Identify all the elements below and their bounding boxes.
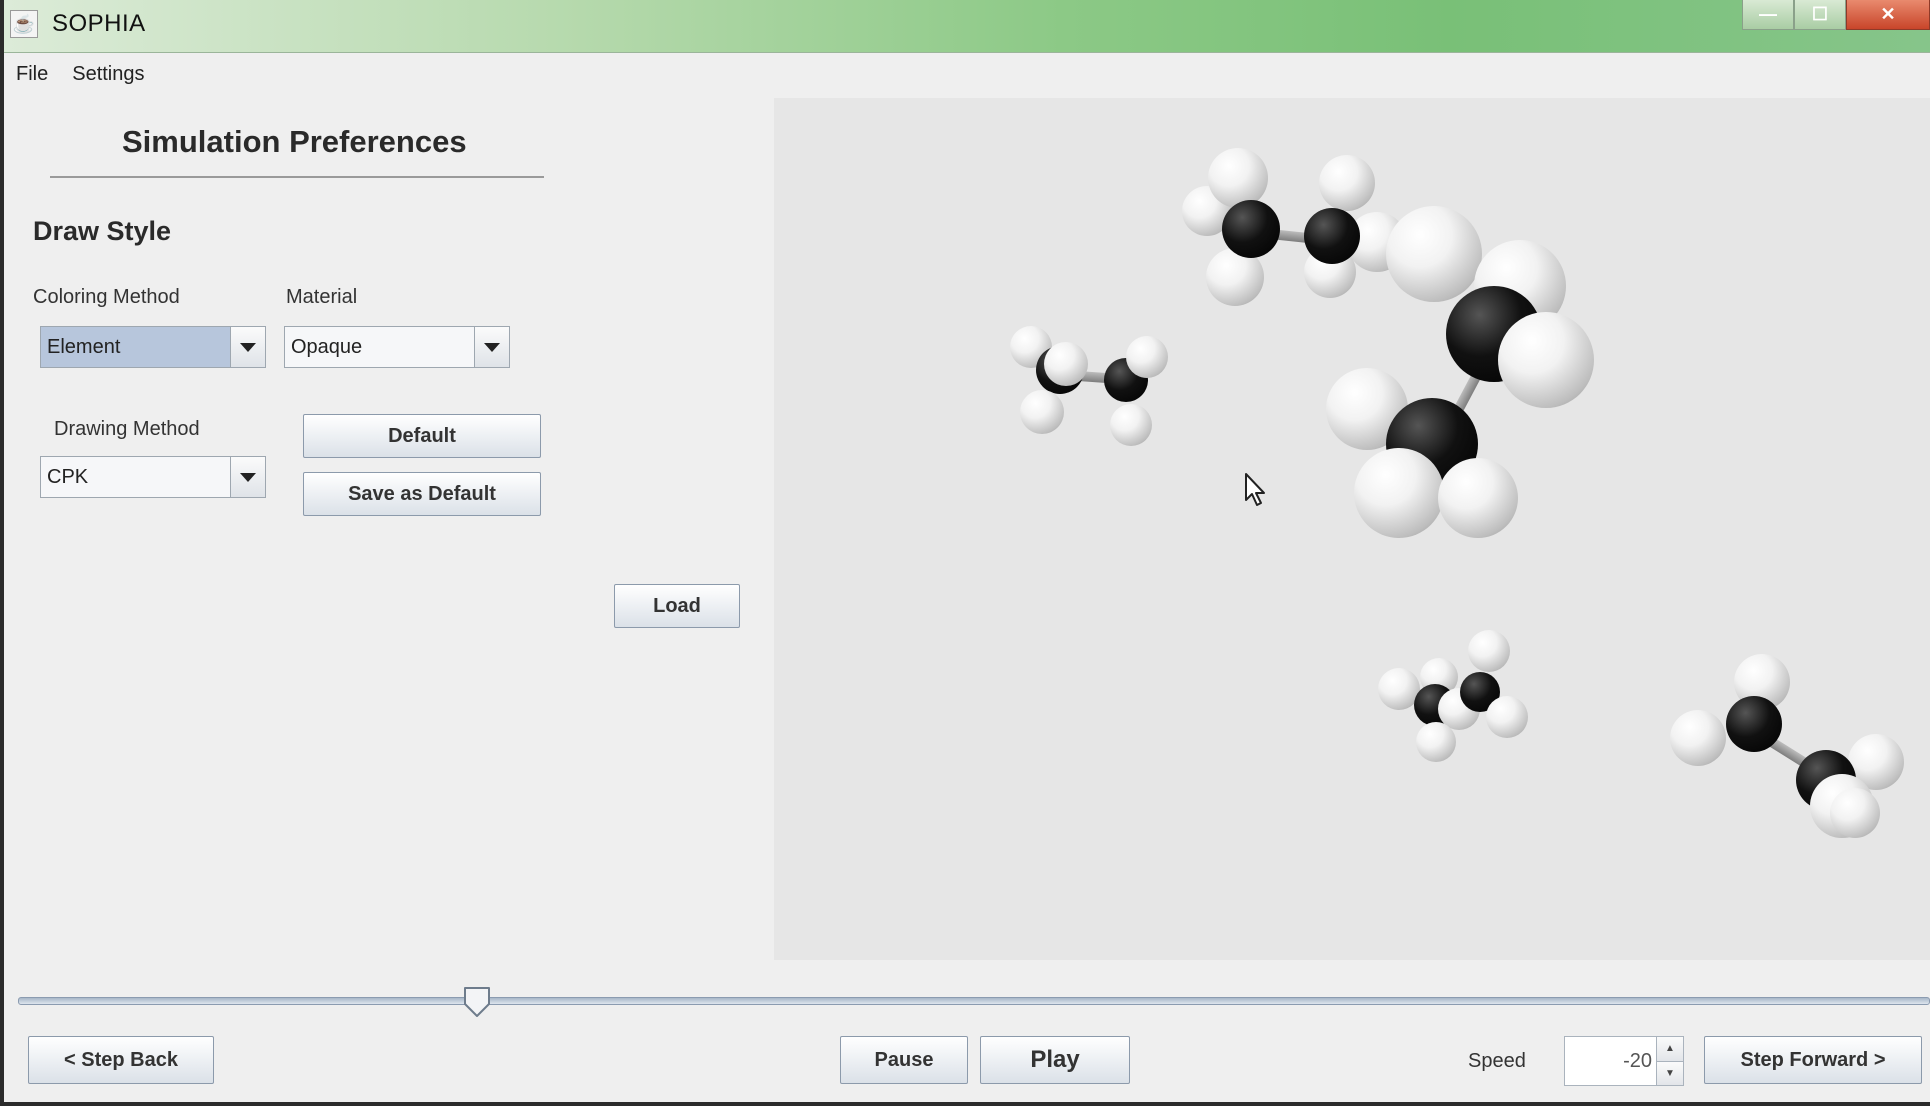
title-bar: ☕ SOPHIA — ☐ ✕ (4, 0, 1930, 53)
hydrogen-atom (1438, 458, 1518, 538)
timeline-slider[interactable] (18, 997, 1930, 1005)
menu-file[interactable]: File (4, 63, 60, 86)
carbon-atom (1726, 696, 1782, 752)
hydrogen-atom (1498, 312, 1594, 408)
minimize-button[interactable]: — (1742, 0, 1794, 30)
hydrogen-atom (1044, 342, 1088, 386)
hydrogen-atom (1830, 788, 1880, 838)
default-button[interactable]: Default (303, 414, 541, 458)
panel-heading: Simulation Preferences (122, 124, 467, 159)
material-select[interactable]: Opaque (284, 326, 510, 368)
drawing-method-value: CPK (47, 465, 89, 488)
hydrogen-atom (1468, 630, 1510, 672)
hydrogen-atom (1416, 722, 1456, 762)
hydrogen-atom (1126, 336, 1168, 378)
drawing-method-select[interactable]: CPK (40, 456, 266, 498)
play-button[interactable]: Play (980, 1036, 1130, 1084)
hydrogen-atom (1354, 448, 1444, 538)
coloring-method-select[interactable]: Element (40, 326, 266, 368)
chevron-down-icon[interactable] (230, 327, 265, 367)
menu-settings[interactable]: Settings (60, 63, 156, 86)
molecule-viewport[interactable] (774, 98, 1930, 960)
hydrogen-atom (1386, 206, 1482, 302)
carbon-atom (1304, 208, 1360, 264)
app-window: ☕ SOPHIA — ☐ ✕ File Settings Simulation … (0, 0, 1930, 1106)
hydrogen-atom (1319, 155, 1375, 211)
material-value: Opaque (291, 335, 363, 358)
heading-divider (50, 176, 544, 178)
spinner-down-icon[interactable]: ▼ (1657, 1060, 1683, 1085)
close-button[interactable]: ✕ (1846, 0, 1930, 30)
speed-label: Speed (1468, 1050, 1526, 1072)
pause-button[interactable]: Pause (840, 1036, 968, 1084)
coloring-method-label: Coloring Method (33, 286, 180, 308)
menu-bar: File Settings (4, 56, 1930, 92)
section-title: Draw Style (33, 216, 172, 246)
step-back-button[interactable]: < Step Back (28, 1036, 214, 1084)
spinner-up-icon[interactable]: ▲ (1657, 1037, 1683, 1061)
step-forward-button[interactable]: Step Forward > (1704, 1036, 1922, 1084)
chevron-down-icon[interactable] (230, 457, 265, 497)
speed-value[interactable]: -20 (1565, 1037, 1656, 1085)
save-as-default-button[interactable]: Save as Default (303, 472, 541, 516)
drawing-method-label: Drawing Method (54, 418, 200, 440)
hydrogen-atom (1208, 148, 1268, 208)
chevron-down-icon[interactable] (474, 327, 509, 367)
window-title: SOPHIA (52, 10, 146, 37)
window-controls: — ☐ ✕ (1742, 0, 1930, 34)
coloring-method-value: Element (41, 327, 230, 367)
hydrogen-atom (1670, 710, 1726, 766)
hydrogen-atom (1486, 696, 1528, 738)
preferences-panel: Simulation Preferences Draw Style Colori… (12, 100, 770, 960)
maximize-button[interactable]: ☐ (1794, 0, 1846, 30)
speed-spinner[interactable]: -20 ▲ ▼ (1564, 1036, 1684, 1086)
slider-thumb[interactable] (462, 986, 492, 1018)
carbon-atom (1222, 200, 1280, 258)
hydrogen-atom (1110, 404, 1152, 446)
hydrogen-atom (1020, 390, 1064, 434)
mouse-pointer-icon (1245, 473, 1265, 506)
load-button[interactable]: Load (614, 584, 740, 628)
material-label: Material (286, 286, 358, 308)
java-cup-icon: ☕ (10, 10, 38, 38)
